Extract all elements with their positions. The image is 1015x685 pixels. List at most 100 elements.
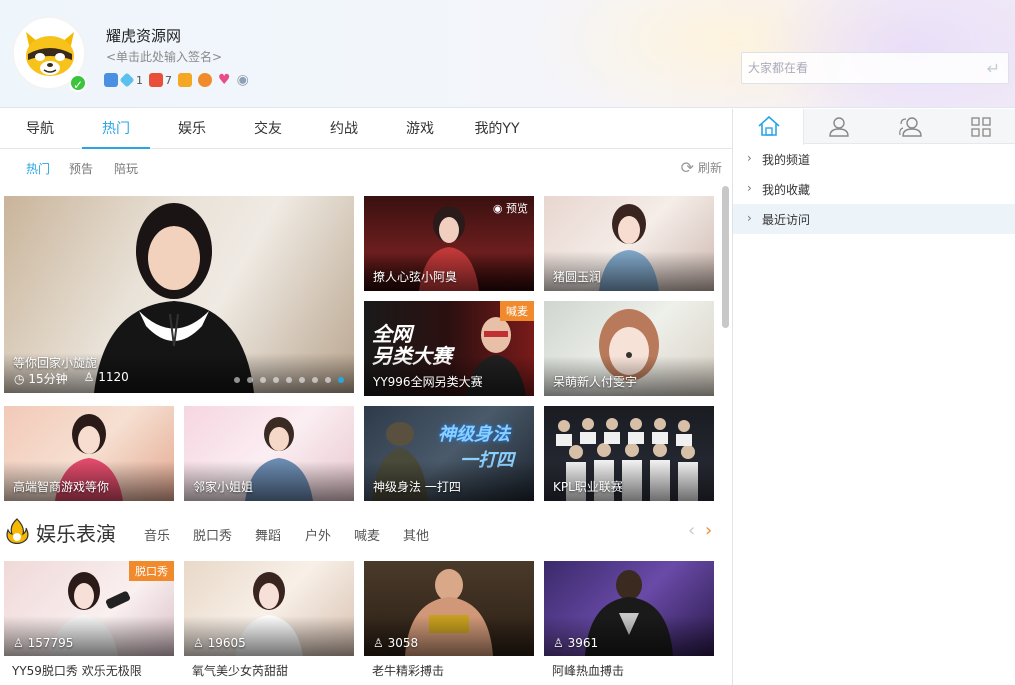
tab-nav[interactable]: 导航 [14,109,66,149]
category-other[interactable]: 其他 [403,525,429,544]
category-dance[interactable]: 舞蹈 [255,525,281,544]
viewer-icon: ♙ [83,370,95,384]
right-panel: › 我的频道 › 我的收藏 › 最近访问 [732,109,1015,685]
flame-icon [6,518,29,544]
hot-card-title: 邻家小姐姐 [193,480,254,494]
refresh-label: 刷新 [697,161,722,175]
prev-arrow-icon[interactable]: ‹ [688,520,695,541]
carousel-dots[interactable] [234,377,344,383]
hot-card[interactable]: KPL职业联赛 [544,406,714,501]
my-channels-item[interactable]: › 我的频道 [733,144,1015,174]
hot-card-title: 高端智商游戏等你 [13,480,110,494]
diamond-icon[interactable] [119,72,135,88]
item-label: 我的收藏 [762,183,811,197]
subtab-preview[interactable]: 预告 [69,160,93,177]
video-card-title[interactable]: YY59脱口秀 欢乐无极限 [12,662,142,679]
carousel-dot[interactable] [338,377,344,383]
featured-duration: 15分钟 [28,372,68,386]
search-input[interactable] [748,57,978,79]
yy-client-window: ✓ 耀虎资源网 <单击此处输入签名> 1 7 ♥ ◉ ↵ 导航 热门 娱乐 交友… [0,0,1015,685]
featured-title: 等你回家小旋旎 [13,356,98,370]
hot-card[interactable]: 呆萌新人付雯宇 [544,301,714,396]
tab-friends[interactable]: 交友 [242,109,294,149]
tab-battle[interactable]: 约战 [318,109,370,149]
hot-card-title: YY996全网另类大赛 [373,375,483,389]
signature-field[interactable]: <单击此处输入签名> [106,48,222,65]
carousel-dot[interactable] [299,377,305,383]
carousel-dot[interactable] [286,377,292,383]
category-shout[interactable]: 喊麦 [354,525,380,544]
gift-count: 7 [165,73,172,87]
search-box[interactable]: ↵ [741,52,1009,84]
item-label: 最近访问 [762,213,811,227]
chevron-right-icon: › [747,181,752,195]
heart-icon[interactable]: ♥ [218,72,231,88]
raccoon-mascot-icon [26,32,74,76]
category-talkshow[interactable]: 脱口秀 [193,525,232,544]
game-icon[interactable] [198,73,212,87]
enter-icon[interactable]: ↵ [987,59,1000,78]
tab-my-yy[interactable]: 我的YY [466,109,528,149]
badge-row: 1 7 ♥ ◉ [104,72,249,88]
entertainment-section-header: 娱乐表演 音乐 脱口秀 舞蹈 户外 喊麦 其他 ‹ › [0,516,720,550]
video-card-title[interactable]: 老牛精彩搏击 [372,662,444,679]
recent-visits-item[interactable]: › 最近访问 [733,204,1015,234]
tab-entertainment[interactable]: 娱乐 [166,109,218,149]
video-card[interactable]: ♙ 3961 [544,561,714,656]
profile-header: ✓ 耀虎资源网 <单击此处输入签名> 1 7 ♥ ◉ ↵ [0,0,1015,108]
hot-card[interactable]: 高端智商游戏等你 [4,406,174,501]
viewer-count: ♙ 3058 [373,636,419,650]
video-card[interactable]: 脱口秀 ♙ 157795 [4,561,174,656]
carousel-dot[interactable] [247,377,253,383]
category-music[interactable]: 音乐 [144,525,170,544]
hot-card[interactable]: ◉ 预览 撩人心弦小阿臭 [364,196,534,291]
next-arrow-icon[interactable]: › [705,520,712,541]
my-favorites-item[interactable]: › 我的收藏 [733,174,1015,204]
carousel-dot[interactable] [273,377,279,383]
viewer-count: ♙ 157795 [13,636,74,650]
section-title: 娱乐表演 [36,522,116,546]
subtab-hot[interactable]: 热门 [26,160,50,177]
scrollbar[interactable] [721,186,730,685]
category-badge: 脱口秀 [129,561,174,581]
tab-apps[interactable] [946,109,1015,144]
gift-icon[interactable] [149,73,163,87]
video-icon[interactable] [178,73,192,87]
active-tab-indicator [82,147,150,149]
gamepad-icon[interactable] [104,73,118,87]
carousel-dot[interactable] [312,377,318,383]
chevron-right-icon: › [747,151,752,165]
refresh-button[interactable]: ⟳ 刷新 [681,158,722,177]
apps-icon [971,117,991,137]
tab-contacts[interactable] [804,109,875,144]
video-card-title[interactable]: 氧气美少女芮甜甜 [192,662,288,679]
carousel-dot[interactable] [234,377,240,383]
main-nav: 导航 热门 娱乐 交友 约战 游戏 我的YY [0,109,732,149]
scrollbar-thumb[interactable] [722,186,729,328]
subtab-companion[interactable]: 陪玩 [114,160,138,177]
hot-card[interactable]: 神级身法 一打四 神级身法 一打四 [364,406,534,501]
featured-stream-card[interactable]: 等你回家小旋旎 ◷ 15分钟 ♙ 1120 [4,196,354,393]
hot-card-title: KPL职业联赛 [553,480,623,494]
tab-groups[interactable] [875,109,946,144]
refresh-icon: ⟳ [680,158,694,177]
tab-games[interactable]: 游戏 [394,109,446,149]
featured-stats: ◷ 15分钟 ♙ 1120 [14,370,129,387]
hot-card[interactable]: 猪圆玉润 [544,196,714,291]
home-icon [758,115,780,136]
tab-hot[interactable]: 热门 [82,109,150,149]
verified-check-icon: ✓ [69,74,87,92]
video-card-title[interactable]: 阿峰热血搏击 [552,662,624,679]
category-outdoor[interactable]: 户外 [305,525,331,544]
contact-icon [829,117,849,137]
hot-card-title: 神级身法 一打四 [373,480,461,494]
hot-card[interactable]: 邻家小姐姐 [184,406,354,501]
target-icon[interactable]: ◉ [237,72,249,88]
username[interactable]: 耀虎资源网 [106,25,181,46]
video-card[interactable]: ♙ 3058 [364,561,534,656]
carousel-dot[interactable] [325,377,331,383]
tab-home[interactable] [733,109,804,145]
carousel-dot[interactable] [260,377,266,383]
video-card[interactable]: ♙ 19605 [184,561,354,656]
hot-card[interactable]: 全网另类大赛 喊麦 YY996全网另类大赛 [364,301,534,396]
